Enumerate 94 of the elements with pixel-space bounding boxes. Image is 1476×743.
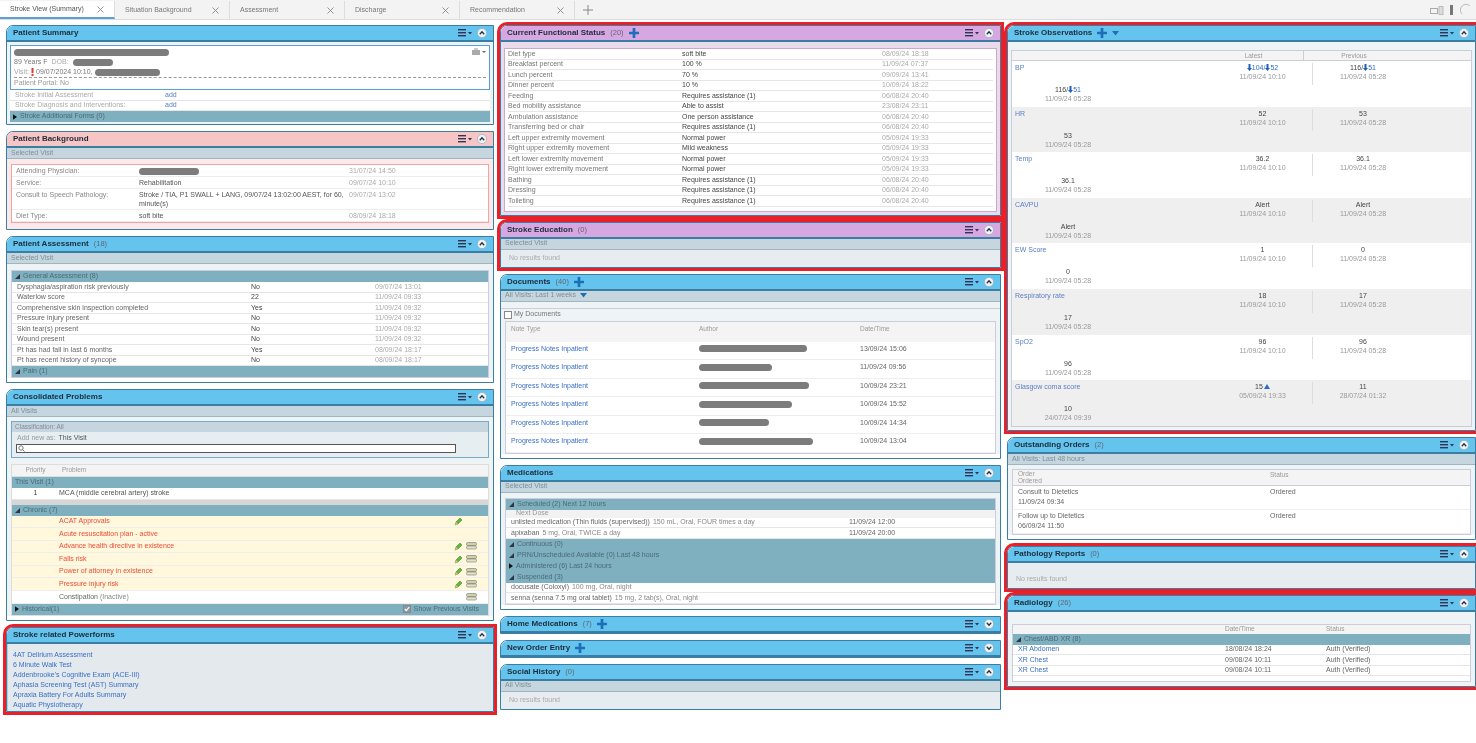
expand-icon[interactable] (984, 618, 994, 629)
expand-icon[interactable] (984, 642, 994, 653)
expanded-triangle-icon[interactable] (15, 274, 20, 279)
up-triangle-icon (1263, 384, 1270, 390)
collapse-icon[interactable] (477, 629, 487, 640)
expanded-triangle-icon[interactable] (509, 552, 514, 558)
expanded-triangle-icon[interactable] (509, 501, 514, 507)
close-icon[interactable] (442, 6, 449, 14)
menu-icon[interactable] (458, 135, 472, 143)
menu-icon[interactable] (965, 468, 979, 477)
menu-icon[interactable] (1440, 598, 1454, 607)
collapse-icon[interactable] (984, 666, 994, 677)
panel-title: Stroke Education (507, 223, 573, 236)
checkbox[interactable] (504, 310, 512, 319)
down-arrow-icon (1265, 64, 1271, 71)
close-icon[interactable] (327, 6, 334, 14)
comment-stack-icon[interactable] (465, 592, 477, 601)
redaction-bar (94, 68, 160, 76)
collapse-icon[interactable] (477, 392, 487, 402)
expanded-triangle-icon[interactable] (509, 541, 514, 547)
close-icon[interactable] (97, 5, 104, 13)
expanded-triangle-icon[interactable] (1016, 636, 1021, 642)
caret-icon[interactable] (1112, 30, 1120, 36)
panel-title: Home Medications (507, 617, 578, 630)
add-icon[interactable] (628, 28, 639, 38)
collapse-icon[interactable] (477, 239, 487, 249)
redaction-bar (72, 58, 113, 66)
collapse-icon[interactable] (477, 134, 487, 144)
menu-icon[interactable] (1440, 549, 1454, 558)
panel-title: Patient Background (13, 133, 89, 145)
collapse-icon[interactable] (984, 224, 994, 235)
down-arrow-icon (1068, 86, 1074, 93)
collapse-icon[interactable] (477, 28, 487, 38)
collapse-icon[interactable] (1459, 439, 1469, 450)
menu-icon[interactable] (458, 29, 472, 37)
collapse-icon[interactable] (1459, 548, 1469, 559)
caret-icon[interactable] (580, 293, 588, 298)
menu-icon[interactable] (1440, 440, 1454, 449)
menu-icon[interactable] (965, 225, 979, 234)
down-arrow-icon (1363, 64, 1369, 71)
comment-stack-icon[interactable] (465, 580, 477, 589)
menu-icon[interactable] (1440, 29, 1454, 37)
down-arrow-icon (1246, 64, 1252, 71)
collapsed-triangle-icon[interactable] (15, 606, 19, 613)
panel-title: New Order Entry (507, 641, 571, 654)
close-icon[interactable] (557, 6, 564, 14)
collapsed-triangle-icon[interactable] (13, 113, 17, 120)
menu-icon[interactable] (458, 240, 472, 248)
menu-icon[interactable] (965, 277, 979, 286)
menu-icon[interactable] (458, 393, 472, 401)
panel-title: Outstanding Orders (1014, 438, 1090, 451)
comment-stack-icon[interactable] (465, 567, 477, 576)
panel-title: Pathology Reports (1014, 547, 1086, 560)
panel-title: Medications (507, 466, 554, 479)
pencil-icon[interactable] (453, 567, 463, 577)
expanded-triangle-icon[interactable] (15, 369, 20, 374)
pencil-icon[interactable] (453, 516, 463, 526)
search-icon (18, 444, 25, 452)
panel-title: Stroke Observations (1014, 27, 1093, 39)
search-field[interactable] (16, 443, 456, 453)
pencil-icon[interactable] (453, 579, 463, 589)
add-icon[interactable] (575, 642, 586, 653)
panel-title: Current Functional Status (507, 27, 606, 39)
menu-icon[interactable] (965, 29, 979, 37)
collapsed-triangle-icon[interactable] (509, 563, 513, 569)
panel-title: Stroke related Powerforms (13, 628, 115, 641)
menu-icon[interactable] (965, 667, 979, 676)
panel-title: Patient Summary (13, 27, 79, 39)
checkbox[interactable] (402, 605, 411, 614)
collapse-icon[interactable] (984, 276, 994, 287)
comment-stack-icon[interactable] (465, 542, 477, 551)
add-icon[interactable] (1097, 28, 1108, 38)
menu-icon[interactable] (458, 630, 472, 639)
expanded-triangle-icon[interactable] (15, 507, 20, 513)
alert-icon (31, 68, 35, 76)
close-icon[interactable] (212, 6, 219, 14)
collapse-icon[interactable] (984, 28, 994, 38)
panel-title: Documents (507, 275, 551, 288)
collapse-icon[interactable] (984, 467, 994, 478)
expanded-triangle-icon[interactable] (509, 574, 514, 580)
pencil-icon[interactable] (453, 554, 463, 564)
collapse-icon[interactable] (1459, 28, 1469, 38)
bar-icon[interactable] (1450, 5, 1454, 15)
pencil-icon[interactable] (453, 542, 463, 551)
add-icon[interactable] (596, 618, 607, 629)
collapse-icon[interactable] (1459, 597, 1469, 608)
add-icon[interactable] (573, 276, 584, 287)
menu-icon[interactable] (965, 619, 979, 628)
panel-title: Patient Assessment (13, 238, 89, 250)
panel-title: Consolidated Problems (13, 391, 103, 403)
panel-title: Radiology (1014, 596, 1053, 609)
panel-title: Social History (507, 665, 561, 678)
menu-icon[interactable] (965, 643, 979, 652)
comment-stack-icon[interactable] (465, 555, 477, 564)
